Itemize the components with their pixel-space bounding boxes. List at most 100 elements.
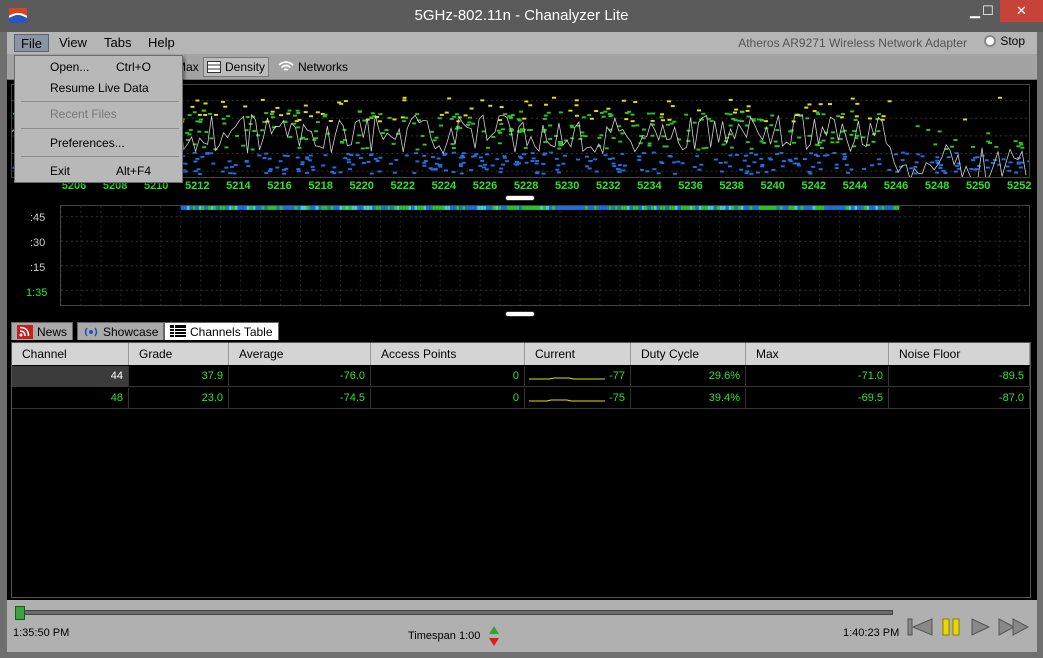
cell-average: -76.0 bbox=[229, 366, 371, 387]
frequency-tick-label: 5242 bbox=[801, 180, 827, 192]
frequency-tick-label: 5246 bbox=[883, 180, 909, 192]
stop-label: Stop bbox=[1000, 34, 1025, 48]
wifi-icon bbox=[278, 61, 294, 71]
column-header-max[interactable]: Max bbox=[746, 343, 889, 365]
frequency-tick-label: 5218 bbox=[308, 180, 333, 192]
file-menu-dropdown: Open... Ctrl+O Resume Live Data Recent F… bbox=[14, 55, 183, 183]
menu-tabs[interactable]: Tabs bbox=[98, 34, 137, 52]
density-label: Density bbox=[225, 60, 266, 74]
tab-strip: News Showcase Channels Table bbox=[7, 320, 1037, 340]
time-tick-label: :15 bbox=[30, 262, 46, 274]
stop-button[interactable]: Stop bbox=[984, 34, 1025, 48]
frequency-tick-label: 5248 bbox=[924, 180, 950, 192]
density-resize-grip[interactable] bbox=[505, 311, 535, 317]
current-value: -75 bbox=[609, 392, 625, 404]
frequency-tick-label: 5220 bbox=[349, 180, 374, 192]
menu-file[interactable]: File bbox=[14, 34, 49, 52]
channels-table: Channel Grade Average Access Points Curr… bbox=[11, 342, 1031, 598]
frequency-tick-label: 5232 bbox=[596, 180, 621, 192]
timeline-thumb[interactable] bbox=[15, 606, 25, 620]
frequency-tick-label: 5252 bbox=[1007, 180, 1032, 192]
networks-toggle[interactable]: Networks bbox=[275, 57, 351, 77]
frequency-tick-label: 5224 bbox=[431, 180, 457, 192]
frequency-tick-label: 5214 bbox=[226, 180, 251, 192]
menu-bar: File View Tabs Help Atheros AR9271 Wirel… bbox=[7, 32, 1037, 54]
time-tick-label: :45 bbox=[30, 212, 46, 224]
column-header-average[interactable]: Average bbox=[229, 343, 371, 365]
menu-item-resume-label: Resume Live Data bbox=[50, 81, 149, 95]
timeline-track[interactable] bbox=[15, 610, 893, 615]
table-icon bbox=[170, 324, 186, 337]
cell-grade: 37.9 bbox=[129, 366, 229, 387]
cell-grade: 23.0 bbox=[129, 388, 229, 409]
menu-item-exit[interactable]: Exit Alt+F4 bbox=[15, 161, 182, 181]
menu-view[interactable]: View bbox=[53, 34, 93, 52]
tab-channels-table[interactable]: Channels Table bbox=[164, 322, 279, 340]
menu-item-preferences[interactable]: Preferences... bbox=[15, 133, 182, 153]
frequency-tick-label: 5216 bbox=[267, 180, 292, 192]
menu-item-exit-label: Exit bbox=[50, 164, 71, 178]
frequency-tick-label: 5222 bbox=[390, 180, 416, 192]
column-header-duty-cycle[interactable]: Duty Cycle bbox=[631, 343, 746, 365]
tab-news[interactable]: News bbox=[11, 322, 74, 340]
cell-channel: 48 bbox=[12, 388, 129, 409]
fast-forward-icon[interactable] bbox=[997, 616, 1031, 638]
timespan-stepper-icon[interactable] bbox=[488, 625, 500, 647]
density-toggle[interactable]: Density bbox=[203, 57, 270, 77]
column-header-access-points[interactable]: Access Points bbox=[371, 343, 525, 365]
menu-item-open-shortcut: Ctrl+O bbox=[116, 60, 152, 74]
tab-showcase[interactable]: Showcase bbox=[77, 322, 165, 340]
networks-label: Networks bbox=[298, 60, 349, 74]
menu-item-resume-live-data[interactable]: Resume Live Data bbox=[15, 78, 182, 98]
density-chart[interactable] bbox=[60, 205, 1030, 306]
current-sparkline bbox=[529, 377, 605, 380]
column-header-noise-floor[interactable]: Noise Floor bbox=[889, 343, 1030, 365]
frequency-tick-label: 5240 bbox=[760, 180, 785, 192]
play-icon[interactable] bbox=[969, 616, 991, 638]
column-header-grade[interactable]: Grade bbox=[129, 343, 229, 365]
tab-news-label: News bbox=[37, 324, 68, 339]
column-header-channel[interactable]: Channel bbox=[12, 343, 129, 365]
menu-separator bbox=[21, 156, 179, 157]
cell-max: -71.0 bbox=[746, 366, 889, 387]
density-icon bbox=[207, 61, 221, 73]
stop-icon bbox=[984, 35, 997, 47]
column-header-current[interactable]: Current bbox=[525, 343, 631, 365]
cell-current: -77 bbox=[525, 366, 631, 387]
playback-bar: 1:35:50 PM Timespan 1:00 1:40:23 PM bbox=[7, 600, 1037, 652]
cell-noise-floor: -87.0 bbox=[889, 388, 1030, 409]
table-header: Channel Grade Average Access Points Curr… bbox=[12, 343, 1030, 365]
maximize-button[interactable]: ☐ bbox=[976, 0, 1000, 22]
current-sparkline bbox=[529, 399, 605, 402]
window-title: 5GHz-802.11n - Chanalyzer Lite bbox=[414, 7, 629, 24]
pause-icon[interactable] bbox=[940, 616, 962, 638]
frequency-tick-label: 5244 bbox=[842, 180, 868, 192]
frequency-tick-label: 5230 bbox=[554, 180, 580, 192]
cell-access-points: 0 bbox=[371, 366, 525, 387]
current-value: -77 bbox=[609, 370, 625, 382]
frequency-tick-label: 5212 bbox=[185, 180, 210, 192]
spectrum-resize-grip[interactable] bbox=[505, 195, 535, 201]
menu-item-recent-label: Recent Files bbox=[50, 107, 117, 121]
time-tick-label: :30 bbox=[30, 237, 46, 249]
tab-channels-label: Channels Table bbox=[190, 324, 273, 339]
table-row[interactable]: 44 37.9 -76.0 0 -77 29.6% -71.0 -89.5 bbox=[12, 366, 1030, 387]
frequency-tick-label: 5226 bbox=[472, 180, 498, 192]
cell-current: -75 bbox=[525, 388, 631, 409]
cell-duty-cycle: 39.4% bbox=[631, 388, 746, 409]
adapter-name: Atheros AR9271 Wireless Network Adapter bbox=[738, 36, 967, 50]
frequency-tick-label: 5228 bbox=[513, 180, 539, 192]
cell-noise-floor: -89.5 bbox=[889, 366, 1030, 387]
menu-item-open[interactable]: Open... Ctrl+O bbox=[15, 57, 182, 77]
broadcast-icon bbox=[84, 327, 98, 336]
timespan-label: Timespan 1:00 bbox=[408, 630, 481, 642]
tab-showcase-label: Showcase bbox=[103, 324, 159, 339]
skip-back-icon[interactable] bbox=[907, 616, 933, 638]
cell-average: -74.5 bbox=[229, 388, 371, 409]
cell-duty-cycle: 29.6% bbox=[631, 366, 746, 387]
menu-separator bbox=[21, 101, 179, 102]
close-button[interactable]: ✕ bbox=[1000, 0, 1043, 22]
menu-help[interactable]: Help bbox=[142, 34, 181, 52]
table-row[interactable]: 48 23.0 -74.5 0 -75 39.4% -69.5 -87.0 bbox=[12, 388, 1030, 409]
frequency-tick-label: 5234 bbox=[637, 180, 662, 192]
